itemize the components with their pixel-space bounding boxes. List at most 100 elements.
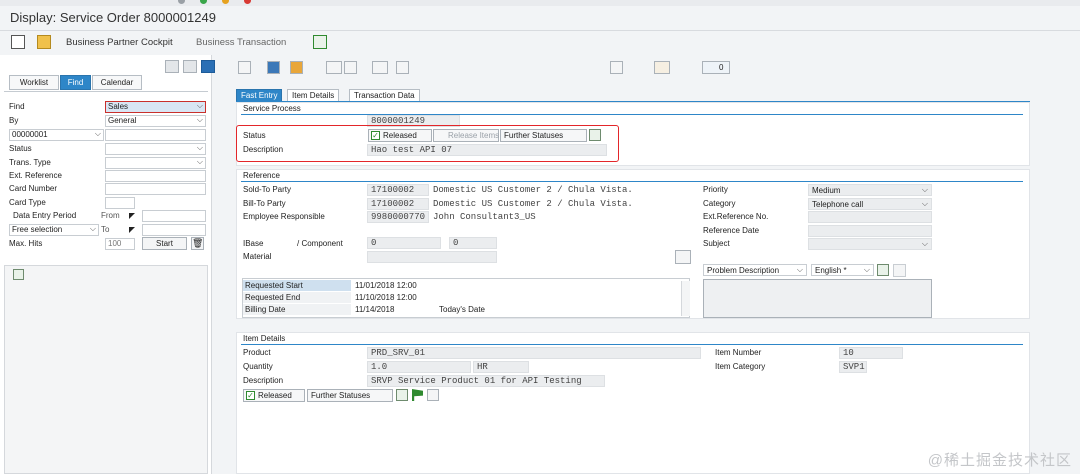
ext-ref-label: Ext.Reference No.	[703, 212, 769, 221]
to-select-icon[interactable]	[129, 227, 135, 233]
scrollbar[interactable]	[681, 281, 690, 316]
language-select[interactable]: English *	[811, 264, 874, 276]
trash-icon[interactable]: 🗑	[191, 237, 204, 250]
red-icon[interactable]	[244, 0, 251, 4]
bill-to-label: Bill-To Party	[243, 199, 286, 208]
forward-icon[interactable]	[372, 61, 388, 74]
from-select-icon[interactable]	[129, 213, 135, 219]
first-page-icon[interactable]	[165, 60, 179, 73]
green-icon[interactable]	[200, 0, 207, 4]
tab-item-details[interactable]: Item Details	[287, 89, 340, 101]
category-select[interactable]: Telephone call	[808, 198, 932, 210]
by-select[interactable]: General	[105, 115, 206, 127]
unit-field: HR	[473, 361, 529, 373]
id-select[interactable]: 00000001	[9, 129, 104, 141]
free-selection-select[interactable]: Free selection	[9, 224, 99, 236]
print-icon[interactable]	[344, 61, 357, 74]
notes-icon[interactable]	[610, 61, 623, 74]
by-label: By	[9, 116, 19, 125]
transfer-icon[interactable]	[654, 61, 670, 74]
partner-icon[interactable]	[313, 35, 327, 49]
reference-date-label: Reference Date	[703, 226, 760, 235]
start-button[interactable]: Start	[142, 237, 187, 250]
item-details-title: Item Details	[243, 334, 286, 343]
id-input[interactable]	[105, 129, 206, 141]
edit-icon[interactable]	[37, 35, 51, 49]
tab-fast-entry[interactable]: Fast Entry	[236, 89, 283, 101]
item-more-icon[interactable]	[427, 389, 439, 401]
main-area: 0 Fast Entry Item Details Transaction Da…	[234, 55, 1080, 474]
quantity-label: Quantity	[243, 362, 273, 371]
priority-select[interactable]: Medium	[808, 184, 932, 196]
divider	[241, 114, 1023, 115]
subject-select[interactable]	[808, 238, 932, 250]
data-entry-period-label: Data Entry Period	[13, 211, 77, 220]
material-label: Material	[243, 252, 272, 261]
result-tree-area	[4, 265, 208, 474]
business-transaction-button[interactable]: Business Transaction	[196, 37, 286, 48]
divider	[241, 181, 1023, 182]
problem-description-textarea[interactable]	[703, 279, 932, 318]
counter-badge[interactable]: 0	[702, 61, 730, 74]
delete-text-icon[interactable]	[893, 264, 906, 277]
employee-id: 9980000770	[367, 211, 429, 223]
layout-icon[interactable]	[11, 35, 25, 49]
date-label: Billing Date	[243, 304, 351, 315]
from-input[interactable]	[142, 210, 206, 222]
reference-date-field[interactable]	[808, 225, 932, 237]
tab-calendar[interactable]: Calendar	[92, 75, 142, 90]
card-number-input[interactable]	[105, 183, 206, 195]
problem-description-select[interactable]: Problem Description	[703, 264, 807, 276]
item-description-field: SRVP Service Product 01 for API Testing	[367, 375, 605, 387]
item-status-select[interactable]: ✓ Released	[243, 389, 305, 402]
back-icon[interactable]	[326, 61, 342, 74]
date-label: Requested End	[243, 292, 351, 303]
divider	[241, 344, 1023, 345]
item-number-field: 10	[839, 347, 903, 359]
locator-panel: Worklist Find Calendar Find Sales By Gen…	[0, 55, 215, 474]
save-icon[interactable]	[290, 61, 303, 74]
ext-ref-field[interactable]	[808, 211, 932, 223]
ext-reference-label: Ext. Reference	[9, 171, 62, 180]
ibase-field: 0	[367, 237, 441, 249]
yellow-icon[interactable]	[222, 0, 229, 4]
item-description-label: Description	[243, 376, 284, 385]
settings-icon[interactable]	[396, 61, 409, 74]
status-label: Status	[9, 144, 32, 153]
copy-icon[interactable]	[267, 61, 280, 74]
max-hits-input[interactable]: 100	[105, 238, 135, 250]
business-partner-cockpit-button[interactable]: Business Partner Cockpit	[66, 37, 173, 48]
nav-icon[interactable]	[178, 0, 185, 4]
text-icon[interactable]	[877, 264, 889, 276]
item-number-label: Item Number	[715, 348, 762, 357]
trans-type-select[interactable]	[105, 157, 206, 169]
card-type-input[interactable]	[105, 197, 135, 209]
date-value: 11/14/2018	[355, 305, 395, 314]
quantity-field: 1.0	[367, 361, 471, 373]
tab-worklist[interactable]: Worklist	[9, 75, 59, 90]
tab-find[interactable]: Find	[60, 75, 91, 90]
flag-icon[interactable]	[412, 389, 423, 401]
insert-icon[interactable]	[675, 250, 691, 264]
ext-reference-input[interactable]	[105, 170, 206, 182]
window-top-strip	[0, 0, 1080, 6]
item-further-statuses-select[interactable]: Further Statuses	[307, 389, 393, 402]
from-label: From	[101, 211, 120, 220]
sold-to-name: Domestic US Customer 2 / Chula Vista.	[433, 185, 633, 195]
date-value: 11/01/2018 12:00	[355, 281, 417, 290]
new-document-icon[interactable]	[238, 61, 251, 74]
tab-transaction-data[interactable]: Transaction Data	[349, 89, 420, 101]
item-status-info-icon[interactable]	[396, 389, 408, 401]
dates-table: Requested Start 11/01/2018 12:00 Request…	[242, 278, 690, 318]
status-select[interactable]	[105, 143, 206, 155]
material-field	[367, 251, 497, 263]
to-input[interactable]	[142, 224, 206, 236]
last-page-icon[interactable]	[183, 60, 197, 73]
tree-icon[interactable]	[13, 269, 24, 280]
sold-to-label: Sold-To Party	[243, 185, 292, 194]
close-panel-icon[interactable]	[201, 60, 215, 73]
app-toolbar: Business Partner Cockpit Business Transa…	[0, 31, 1080, 53]
max-hits-label: Max. Hits	[9, 239, 43, 248]
card-type-label: Card Type	[9, 198, 46, 207]
find-select[interactable]: Sales	[105, 101, 206, 113]
